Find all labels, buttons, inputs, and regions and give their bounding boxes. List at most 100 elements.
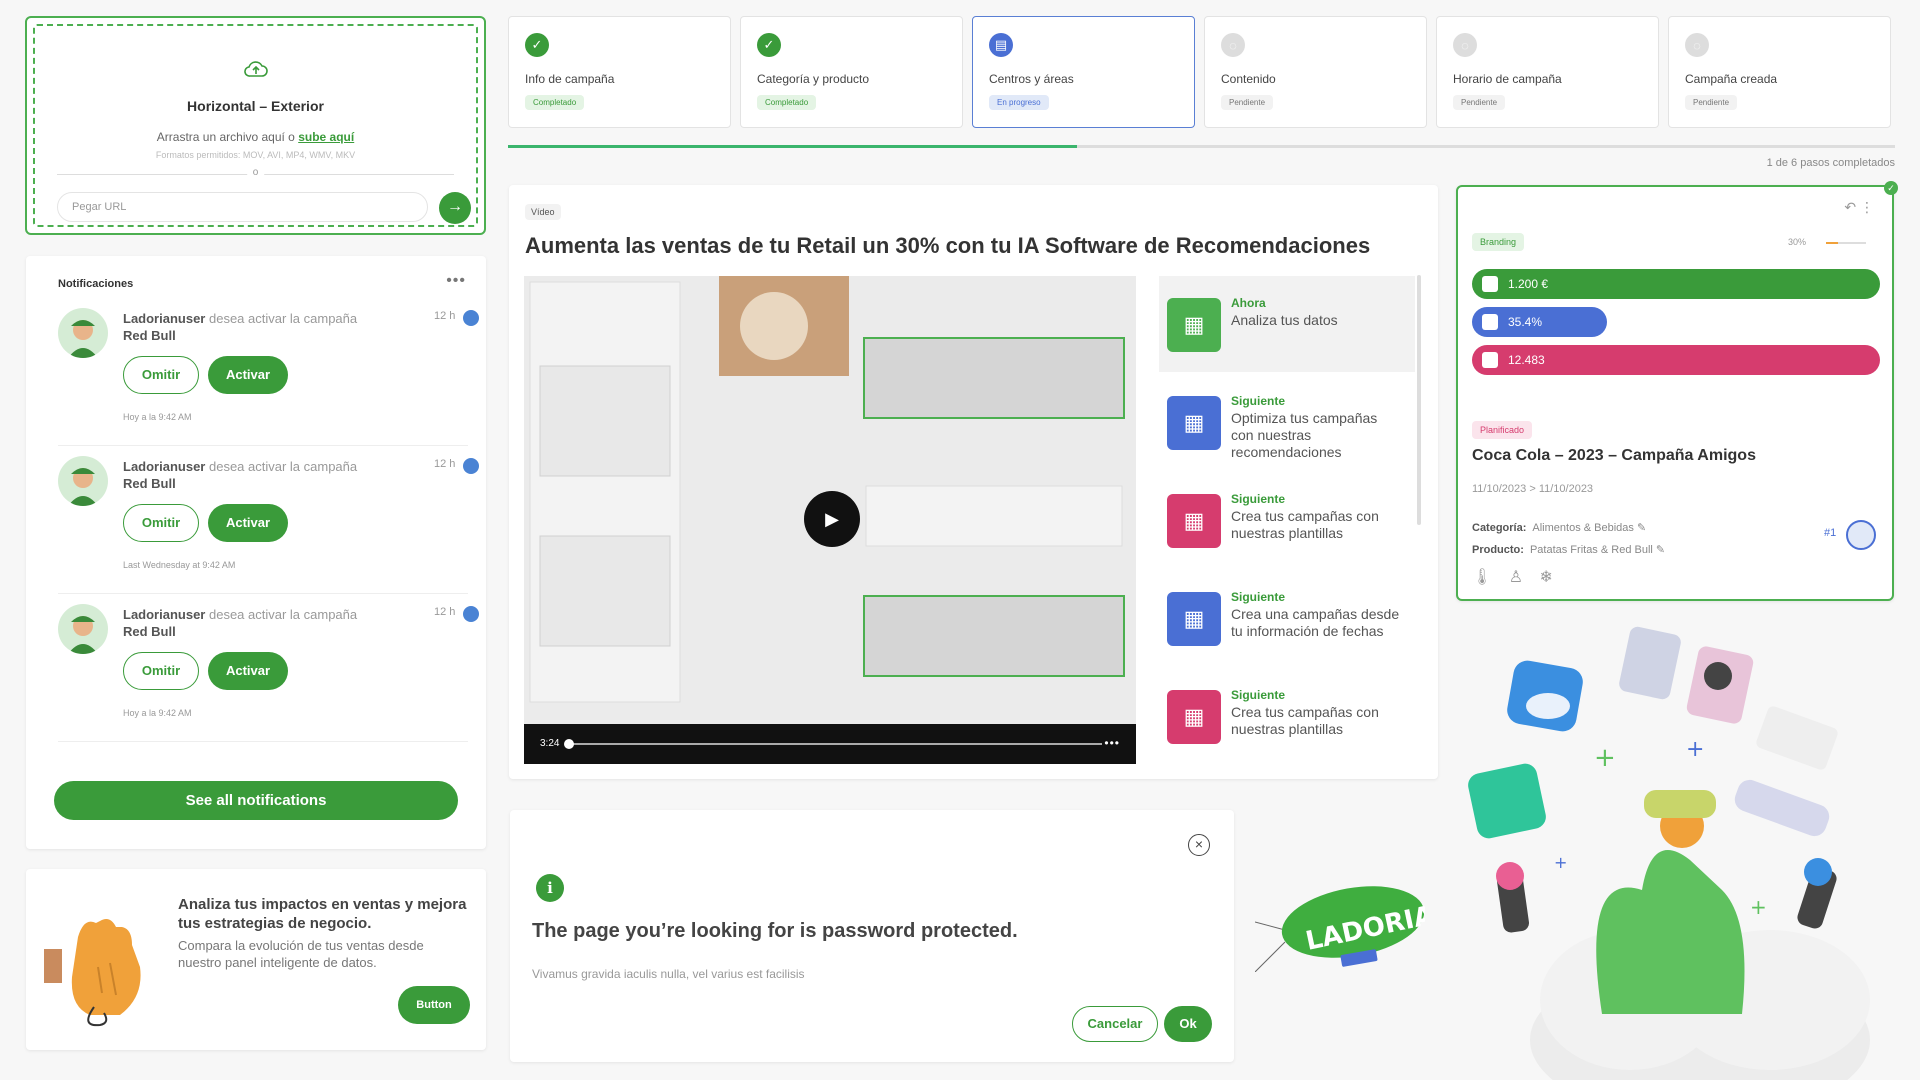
creative-3d-illustration: + + + + <box>1468 626 1870 1080</box>
video-controls: 3:24 ••• <box>524 724 1136 764</box>
recommendation-text: Crea una campañas desde tu información d… <box>1231 606 1400 639</box>
campaign-percent: 30% <box>1788 237 1807 247</box>
activate-button[interactable]: Activar <box>208 356 288 394</box>
avatar <box>58 308 108 358</box>
percent-bar-fill <box>1826 242 1838 244</box>
step-status-badge: Pendiente <box>1453 95 1506 110</box>
close-icon[interactable]: × <box>1188 834 1210 856</box>
edit-icon[interactable]: ✎ <box>1656 544 1665 556</box>
svg-text:+: + <box>1594 743 1616 773</box>
campaign-card[interactable]: ✓ ↶ ⋮ Branding 30% 1.200 € 35.4% 12.483 … <box>1456 181 1898 601</box>
play-button[interactable]: ▶ <box>804 491 860 547</box>
recommendation-text: Crea tus campañas con nuestras plantilla… <box>1231 508 1379 541</box>
notification-text: Ladorianuser desea activar la campaña Red… <box>123 311 358 343</box>
submit-url-button[interactable]: → <box>439 192 471 224</box>
promo-button[interactable]: Button <box>398 986 470 1024</box>
video-player[interactable]: ▶ 3:24 ••• <box>524 276 1136 764</box>
weather-icons: 🌡 ♙ ❄ <box>1472 569 1559 586</box>
unread-indicator <box>463 606 479 622</box>
campaign-dates: 11/10/2023 > 11/10/2023 <box>1472 483 1594 495</box>
video-scrubber[interactable] <box>566 743 1102 745</box>
hand-illustration <box>44 919 141 1027</box>
notification-item: Ladorianuser desea activar la campaña Red… <box>58 298 479 446</box>
step-status-badge: Pendiente <box>1685 95 1738 110</box>
notification-text: Ladorianuser desea activar la campaña Red… <box>123 459 358 491</box>
recommendation-kicker: Siguiente <box>1231 590 1286 604</box>
cancel-button[interactable]: Cancelar <box>1072 1006 1158 1042</box>
step-label: Horario de campaña <box>1453 72 1562 86</box>
recommendation-item[interactable]: ▦ Ahora Analiza tus datos <box>1159 276 1415 372</box>
notification-timestamp: Last Wednesday at 9:42 AM <box>123 560 236 570</box>
play-icon: ▶ <box>825 509 839 529</box>
notifications-panel: Notificaciones ••• Ladorianuser desea ac… <box>26 256 486 849</box>
check-icon: ✓ <box>1884 181 1898 195</box>
omit-button[interactable]: Omitir <box>123 652 199 690</box>
step-card[interactable]: ▤ Centros y áreas En progreso <box>972 16 1195 128</box>
omit-button[interactable]: Omitir <box>123 504 199 542</box>
modal-subtext: Vivamus gravida iaculis nulla, vel variu… <box>532 967 805 981</box>
step-card[interactable]: ◌ Contenido Pendiente <box>1204 16 1427 128</box>
svg-text:+: + <box>1686 737 1704 762</box>
metric-bar: 1.200 € <box>1472 269 1880 299</box>
step-status-badge: Pendiente <box>1221 95 1274 110</box>
analytics-promo-card: Analiza tus impactos en ventas y mejora … <box>26 869 486 1050</box>
upload-link[interactable]: sube aquí <box>298 130 354 144</box>
recommendation-item[interactable]: ▦ Siguiente Optimiza tus campañas con nu… <box>1159 374 1415 470</box>
ok-button[interactable]: Ok <box>1164 1006 1212 1042</box>
unread-indicator <box>463 458 479 474</box>
omit-button[interactable]: Omitir <box>123 356 199 394</box>
activate-button[interactable]: Activar <box>208 652 288 690</box>
category-row: Categoría: Alimentos & Bebidas ✎ <box>1472 522 1647 534</box>
undo-icon[interactable]: ↶ <box>1844 199 1856 215</box>
upload-instructions: Arrastra un archivo aquí o sube aquí <box>156 130 355 144</box>
step-label: Contenido <box>1221 72 1276 86</box>
step-card[interactable]: ◌ Horario de campaña Pendiente <box>1436 16 1659 128</box>
notification-time: 12 h <box>434 310 456 322</box>
upload-dropzone[interactable]: Horizontal – Exterior Arrastra un archiv… <box>33 24 478 227</box>
recommendation-kicker: Siguiente <box>1231 688 1286 702</box>
see-all-notifications-button[interactable]: See all notifications <box>54 781 458 820</box>
ladorian-blimp-logo: LADORIAN <box>1255 886 1425 972</box>
more-vertical-icon[interactable]: ⋮ <box>1860 199 1874 215</box>
product-row: Producto: Patatas Fritas & Red Bull ✎ <box>1472 544 1666 556</box>
recommendation-icon: ▦ <box>1167 396 1221 450</box>
step-status-icon: ✓ <box>757 33 781 57</box>
step-status-icon: ◌ <box>1453 33 1477 57</box>
info-icon: i <box>536 874 564 902</box>
step-label: Centros y áreas <box>989 72 1074 86</box>
branding-badge: Branding <box>1472 233 1525 251</box>
more-options-icon[interactable]: ••• <box>446 272 466 290</box>
recommendations-scrollbar[interactable] <box>1417 275 1421 525</box>
recommendation-text: Analiza tus datos <box>1231 312 1338 328</box>
step-card[interactable]: ◌ Campaña creada Pendiente <box>1668 16 1891 128</box>
edit-icon[interactable]: ✎ <box>1637 522 1646 534</box>
activate-button[interactable]: Activar <box>208 504 288 542</box>
notification-time: 12 h <box>434 458 456 470</box>
notification-timestamp: Hoy a la 9:42 AM <box>123 708 192 718</box>
recommendation-item[interactable]: ▦ Siguiente Crea tus campañas con nuestr… <box>1159 472 1415 568</box>
promo-heading: Analiza tus impactos en ventas y mejora … <box>178 896 467 932</box>
recommendation-text: Optimiza tus campañas con nuestras recom… <box>1231 410 1378 460</box>
svg-text:+: + <box>1554 853 1567 872</box>
notification-item: Ladorianuser desea activar la campaña Red… <box>58 446 479 594</box>
campaign-title: Coca Cola – 2023 – Campaña Amigos <box>1472 447 1756 464</box>
notification-item: Ladorianuser desea activar la campaña Red… <box>58 594 479 742</box>
url-input[interactable]: Pegar URL <box>57 192 428 222</box>
percent-bar <box>1826 242 1866 244</box>
step-status-icon: ◌ <box>1685 33 1709 57</box>
steps-progress-text: 1 de 6 pasos completados <box>1766 157 1895 169</box>
scrubber-handle[interactable] <box>564 739 574 749</box>
or-label: o <box>246 167 265 178</box>
trophy-icon <box>1846 520 1876 550</box>
video-title: Aumenta las ventas de tu Retail un 30% c… <box>525 233 1371 258</box>
avatar <box>58 456 108 506</box>
recommendation-icon: ▦ <box>1167 494 1221 548</box>
step-card[interactable]: ✓ Info de campaña Completado <box>508 16 731 128</box>
recommendation-item[interactable]: ▦ Siguiente Crea tus campañas con nuestr… <box>1159 668 1415 764</box>
more-icon[interactable]: ••• <box>1104 736 1120 750</box>
step-card[interactable]: ✓ Categoría y producto Completado <box>740 16 963 128</box>
card-tools: ↶ ⋮ <box>1844 199 1874 216</box>
recommendation-item[interactable]: ▦ Siguiente Crea una campañas desde tu i… <box>1159 570 1415 666</box>
recommendation-kicker: Siguiente <box>1231 394 1286 408</box>
campaign-rank: #1 <box>1824 527 1837 539</box>
